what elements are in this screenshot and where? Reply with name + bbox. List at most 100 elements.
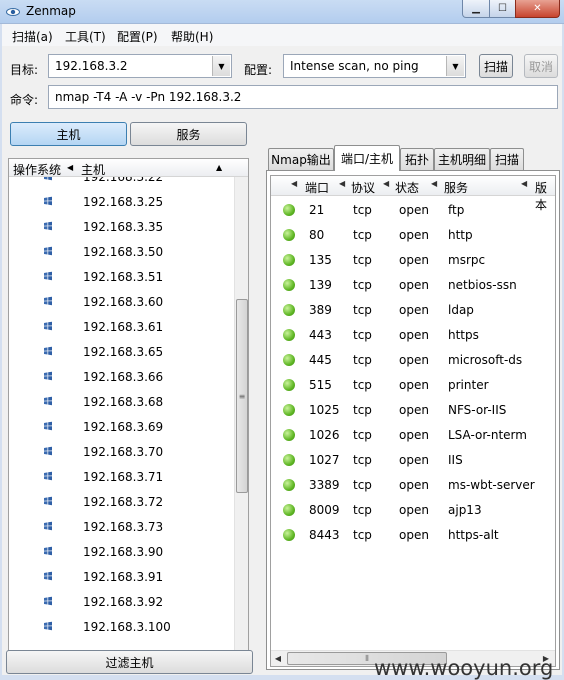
host-row[interactable]: 192.168.3.51 — [9, 265, 234, 290]
port-row[interactable]: 80 tcp open http — [271, 223, 555, 248]
filter-hosts-button[interactable]: 过滤主机 — [6, 650, 253, 674]
tab-topology[interactable]: 拓扑 — [400, 148, 434, 170]
port-row[interactable]: 135 tcp open msrpc — [271, 248, 555, 273]
host-row[interactable]: 192.168.3.91 — [9, 565, 234, 590]
windows-os-icon — [44, 321, 52, 331]
profile-label: 配置: — [244, 63, 273, 77]
port-state: open — [399, 228, 429, 242]
chevron-down-icon[interactable]: ▼ — [212, 56, 230, 76]
maximize-button[interactable]: ☐ — [489, 0, 516, 18]
port-protocol: tcp — [353, 278, 372, 292]
col-state[interactable]: 状态 — [395, 179, 419, 196]
tab-host-details[interactable]: 主机明细 — [434, 148, 490, 170]
menu-tools[interactable]: 工具(T) — [65, 28, 106, 45]
menu-help[interactable]: 帮助(H) — [171, 28, 213, 45]
target-label: 目标: — [10, 63, 39, 77]
host-row[interactable]: 192.168.3.25 — [9, 190, 234, 215]
sort-left-icon: ◀ — [291, 179, 298, 188]
host-row[interactable]: 192.168.3.73 — [9, 515, 234, 540]
host-row[interactable]: 192.168.3.100 — [9, 615, 234, 640]
port-protocol: tcp — [353, 378, 372, 392]
tab-ports-hosts[interactable]: 端口/主机 — [334, 145, 400, 171]
host-row[interactable]: 192.168.3.66 — [9, 365, 234, 390]
host-row[interactable]: 192.168.3.35 — [9, 215, 234, 240]
col-port[interactable]: 端口 — [305, 179, 329, 196]
host-row[interactable]: 192.168.3.61 — [9, 315, 234, 340]
scroll-thumb[interactable]: ≡ — [236, 299, 248, 493]
host-row[interactable]: 192.168.3.68 — [9, 390, 234, 415]
port-number: 21 — [309, 203, 325, 217]
port-row[interactable]: 8443 tcp open https-alt — [271, 523, 555, 548]
profile-combo[interactable]: Intense scan, no ping ▼ — [283, 54, 466, 78]
host-row[interactable]: 192.168.3.50 — [9, 240, 234, 265]
port-row[interactable]: 8009 tcp open ajp13 — [271, 498, 555, 523]
host-ip: 192.168.3.68 — [83, 395, 164, 409]
services-button[interactable]: 服务 — [130, 122, 247, 146]
scan-button[interactable]: 扫描 — [479, 54, 513, 78]
menu-profile[interactable]: 配置(P) — [117, 28, 158, 45]
host-ip: 192.168.3.72 — [83, 495, 164, 509]
menu-scan[interactable]: 扫描(a) — [12, 28, 53, 45]
host-ip: 192.168.3.65 — [83, 345, 164, 359]
port-row[interactable]: 1027 tcp open IIS — [271, 448, 555, 473]
port-protocol: tcp — [353, 203, 372, 217]
tab-nmap-output[interactable]: Nmap输出 — [268, 148, 334, 170]
command-input[interactable]: nmap -T4 -A -v -Pn 192.168.3.2 — [48, 85, 558, 109]
col-os[interactable]: 操作系统 — [13, 161, 61, 178]
chevron-down-icon[interactable]: ▼ — [446, 56, 464, 76]
port-row[interactable]: 1026 tcp open LSA-or-nterm — [271, 423, 555, 448]
host-row[interactable]: 192.168.3.65 — [9, 340, 234, 365]
port-row[interactable]: 1025 tcp open NFS-or-IIS — [271, 398, 555, 423]
port-protocol: tcp — [353, 478, 372, 492]
port-service: msrpc — [448, 253, 486, 267]
host-row[interactable]: 192.168.3.69 — [9, 415, 234, 440]
cancel-button[interactable]: 取消 — [524, 54, 558, 78]
main-window: 扫描(a) 工具(T) 配置(P) 帮助(H) 目标: 192.168.3.2 … — [2, 24, 562, 680]
host-row[interactable]: 192.168.3.92 — [9, 590, 234, 615]
open-status-icon — [283, 229, 295, 241]
port-number: 1027 — [309, 453, 340, 467]
host-row[interactable]: 192.168.3.72 — [9, 490, 234, 515]
host-row[interactable]: 192.168.3.71 — [9, 465, 234, 490]
port-row[interactable]: 389 tcp open ldap — [271, 298, 555, 323]
windows-os-icon — [44, 371, 52, 381]
port-number: 80 — [309, 228, 325, 242]
port-service: NFS-or-IIS — [448, 403, 507, 417]
host-list-scrollbar[interactable]: ≡ ▼ — [234, 177, 248, 669]
host-row[interactable]: 192.168.3.22 — [9, 177, 234, 190]
sort-left-icon: ◀ — [521, 179, 528, 188]
maximize-icon: ☐ — [498, 3, 507, 14]
host-row[interactable]: 192.168.3.70 — [9, 440, 234, 465]
port-state: open — [399, 278, 429, 292]
hosts-button[interactable]: 主机 — [10, 122, 127, 146]
windows-os-icon — [44, 346, 52, 356]
port-protocol: tcp — [353, 503, 372, 517]
port-row[interactable]: 443 tcp open https — [271, 323, 555, 348]
port-row[interactable]: 21 tcp open ftp — [271, 198, 555, 223]
scroll-left-icon[interactable]: ◀ — [271, 654, 285, 663]
minimize-button[interactable]: ▁ — [462, 0, 490, 18]
open-status-icon — [283, 304, 295, 316]
port-number: 135 — [309, 253, 332, 267]
open-status-icon — [283, 529, 295, 541]
col-service[interactable]: 服务 — [444, 179, 468, 196]
port-row[interactable]: 445 tcp open microsoft-ds — [271, 348, 555, 373]
watermark: www.wooyun.org — [374, 656, 554, 680]
port-service: ajp13 — [448, 503, 482, 517]
port-row[interactable]: 515 tcp open printer — [271, 373, 555, 398]
col-protocol[interactable]: 协议 — [351, 179, 375, 196]
port-service: LSA-or-nterm — [448, 428, 527, 442]
port-number: 515 — [309, 378, 332, 392]
port-row[interactable]: 3389 tcp open ms-wbt-server — [271, 473, 555, 498]
tab-scans[interactable]: 扫描 — [490, 148, 524, 170]
target-combo[interactable]: 192.168.3.2 ▼ — [48, 54, 232, 78]
host-ip: 192.168.3.66 — [83, 370, 164, 384]
col-host[interactable]: 主机 — [81, 161, 105, 178]
host-ip: 192.168.3.91 — [83, 570, 164, 584]
port-row[interactable]: 139 tcp open netbios-ssn — [271, 273, 555, 298]
port-protocol: tcp — [353, 428, 372, 442]
open-status-icon — [283, 329, 295, 341]
host-row[interactable]: 192.168.3.90 — [9, 540, 234, 565]
host-row[interactable]: 192.168.3.60 — [9, 290, 234, 315]
close-button[interactable]: ✕ — [515, 0, 560, 18]
